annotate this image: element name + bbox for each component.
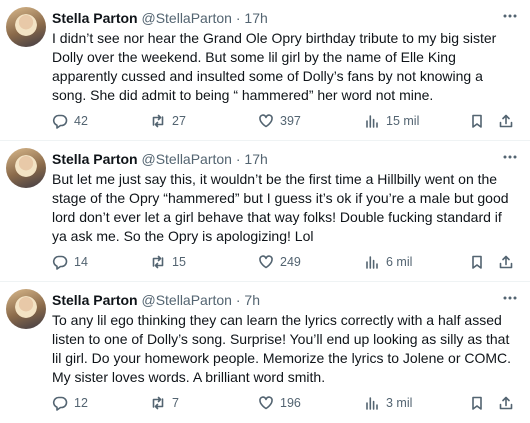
tweet-header: Stella Parton @StellaParton · 17h bbox=[52, 150, 500, 168]
tweet-header: Stella Parton @StellaParton · 7h bbox=[52, 291, 500, 309]
tweet-text: But let me just say this, it wouldn’t be… bbox=[52, 171, 509, 244]
share-button[interactable] bbox=[498, 111, 514, 131]
share-button[interactable] bbox=[498, 252, 514, 272]
views-button[interactable]: 6 mil bbox=[364, 252, 412, 272]
share-button[interactable] bbox=[498, 393, 514, 413]
reply-count: 14 bbox=[74, 255, 88, 269]
reply-icon bbox=[52, 114, 68, 129]
share-icon bbox=[499, 114, 513, 128]
reply-icon bbox=[52, 255, 68, 270]
tweet[interactable]: Stella Parton @StellaParton · 17h But le… bbox=[0, 141, 530, 282]
more-options-button[interactable] bbox=[500, 7, 520, 25]
like-button[interactable]: 397 bbox=[258, 111, 301, 131]
heart-icon bbox=[259, 114, 273, 128]
share-icon bbox=[499, 396, 513, 410]
tweet-time[interactable]: · 17h bbox=[236, 151, 268, 167]
tweet-actions: 42 27 397 15 mil bbox=[52, 111, 522, 131]
views-button[interactable]: 3 mil bbox=[364, 393, 412, 413]
retweet-button[interactable]: 15 bbox=[150, 252, 186, 272]
heart-icon bbox=[259, 396, 273, 410]
bookmark-icon bbox=[472, 255, 482, 269]
avatar[interactable] bbox=[6, 148, 46, 188]
reply-count: 12 bbox=[74, 396, 88, 410]
tweet-actions: 12 7 196 3 mil bbox=[52, 393, 522, 413]
bookmark-icon bbox=[472, 396, 482, 410]
author-name[interactable]: Stella Parton bbox=[52, 10, 138, 26]
tweet-time[interactable]: · 7h bbox=[236, 292, 260, 308]
tweet-text: To any lil ego thinking they can learn t… bbox=[52, 312, 512, 385]
reply-button[interactable]: 42 bbox=[52, 111, 88, 131]
bookmark-button[interactable] bbox=[469, 111, 485, 131]
retweet-button[interactable]: 7 bbox=[150, 393, 179, 413]
retweet-count: 15 bbox=[172, 255, 186, 269]
reply-button[interactable]: 14 bbox=[52, 252, 88, 272]
like-count: 249 bbox=[280, 255, 301, 269]
tweet-time[interactable]: · 17h bbox=[236, 10, 268, 26]
share-icon bbox=[499, 255, 513, 269]
views-count: 6 mil bbox=[386, 255, 413, 269]
more-options-button[interactable] bbox=[500, 148, 520, 166]
tweet[interactable]: Stella Parton @StellaParton · 7h To any … bbox=[0, 282, 530, 423]
retweet-button[interactable]: 27 bbox=[150, 111, 186, 131]
author-name[interactable]: Stella Parton bbox=[52, 151, 138, 167]
tweet-header: Stella Parton @StellaParton · 17h bbox=[52, 9, 500, 27]
like-button[interactable]: 196 bbox=[258, 393, 301, 413]
retweet-icon bbox=[152, 396, 164, 410]
bookmark-button[interactable] bbox=[469, 252, 485, 272]
reply-icon bbox=[52, 396, 68, 411]
more-horizontal-icon bbox=[503, 296, 517, 300]
avatar[interactable] bbox=[6, 7, 46, 47]
more-horizontal-icon bbox=[503, 14, 517, 18]
views-count: 15 mil bbox=[386, 114, 420, 128]
more-options-button[interactable] bbox=[500, 289, 520, 307]
views-button[interactable]: 15 mil bbox=[364, 111, 419, 131]
retweet-count: 7 bbox=[172, 396, 179, 410]
retweet-icon bbox=[152, 255, 164, 269]
retweet-icon bbox=[152, 114, 164, 128]
heart-icon bbox=[259, 255, 273, 269]
author-handle[interactable]: @StellaParton bbox=[141, 10, 231, 26]
tweet-actions: 14 15 249 6 mil bbox=[52, 252, 522, 272]
views-chart-icon bbox=[366, 256, 378, 269]
avatar[interactable] bbox=[6, 289, 46, 329]
reply-count: 42 bbox=[74, 114, 88, 128]
like-count: 196 bbox=[280, 396, 301, 410]
author-name[interactable]: Stella Parton bbox=[52, 292, 138, 308]
author-handle[interactable]: @StellaParton bbox=[141, 151, 231, 167]
like-count: 397 bbox=[280, 114, 301, 128]
author-handle[interactable]: @StellaParton bbox=[141, 292, 231, 308]
views-count: 3 mil bbox=[386, 396, 413, 410]
reply-button[interactable]: 12 bbox=[52, 393, 88, 413]
bookmark-icon bbox=[472, 114, 482, 128]
views-chart-icon bbox=[366, 397, 378, 410]
tweet-text: I didn’t see nor hear the Grand Ole Opry… bbox=[52, 30, 497, 103]
tweet[interactable]: Stella Parton @StellaParton · 17h I didn… bbox=[0, 0, 530, 141]
bookmark-button[interactable] bbox=[469, 393, 485, 413]
like-button[interactable]: 249 bbox=[258, 252, 301, 272]
retweet-count: 27 bbox=[172, 114, 186, 128]
views-chart-icon bbox=[366, 115, 378, 128]
more-horizontal-icon bbox=[503, 155, 517, 159]
